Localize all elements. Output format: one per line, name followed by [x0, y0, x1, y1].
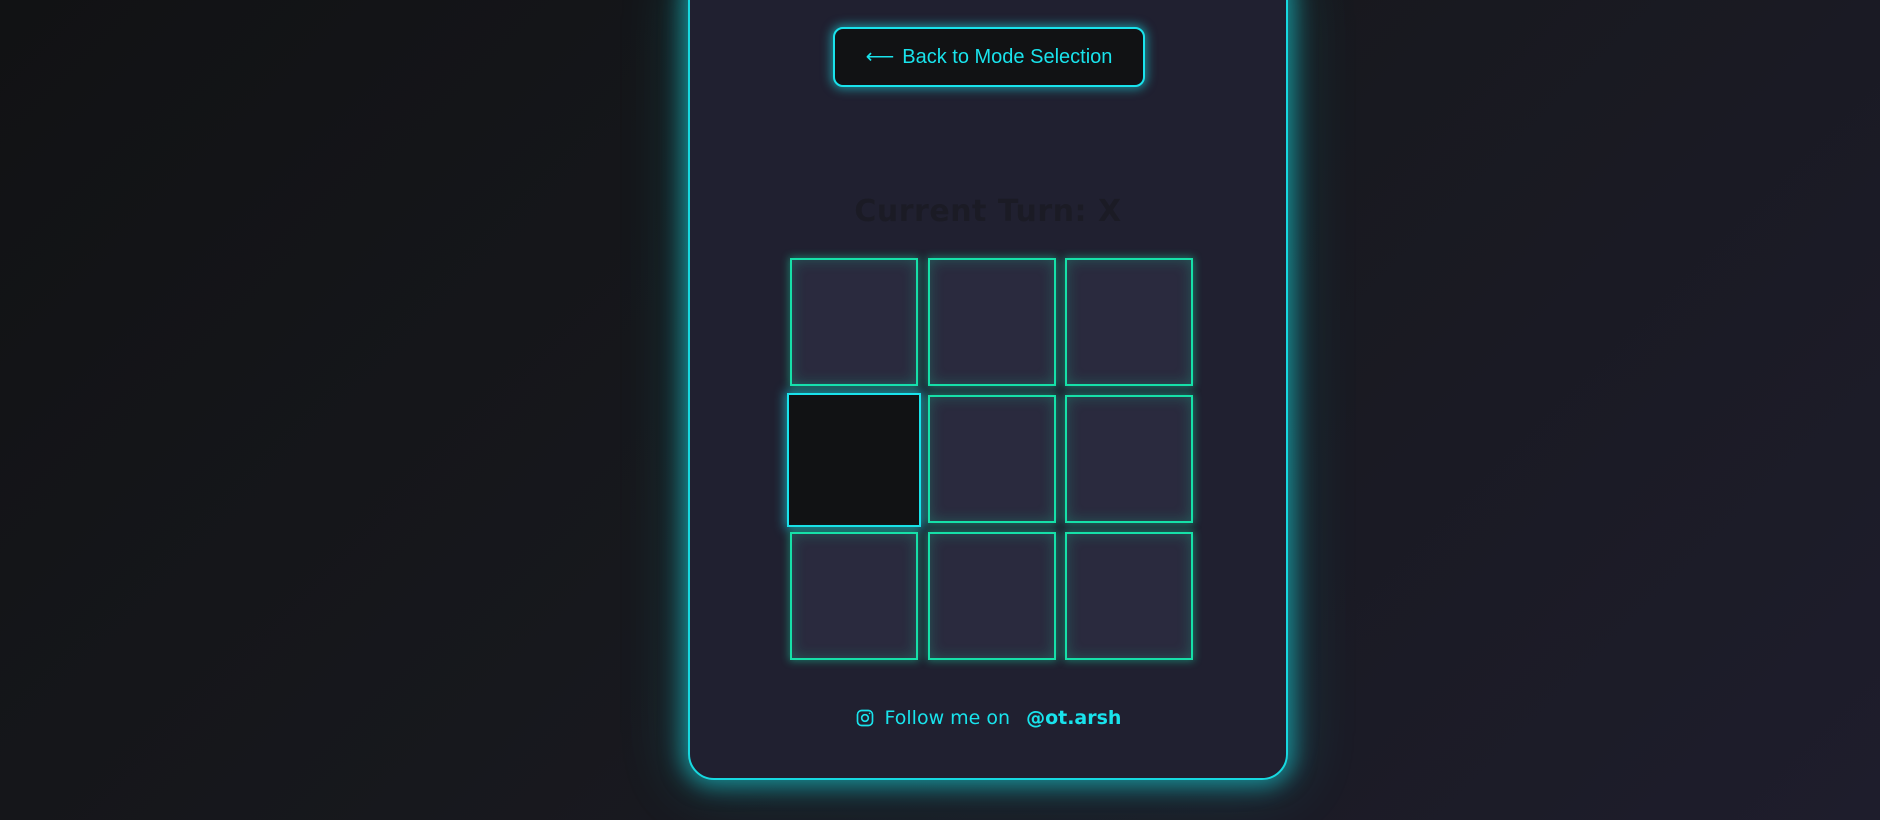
board-cell-7[interactable]	[790, 532, 918, 660]
back-button-label: Back to Mode Selection	[902, 45, 1113, 68]
instagram-icon	[856, 709, 873, 727]
board-cell-5[interactable]	[928, 395, 1056, 523]
game-panel: ⟵ Back to Mode Selection Current Turn: X…	[688, 0, 1288, 780]
back-to-mode-selection-button[interactable]: ⟵ Back to Mode Selection	[833, 27, 1145, 87]
follow-text: Follow me on	[884, 707, 1011, 729]
board-cell-4[interactable]	[787, 393, 921, 527]
board-cell-8[interactable]	[928, 532, 1056, 660]
board-cell-1[interactable]	[790, 258, 918, 386]
board-cell-2[interactable]	[928, 258, 1056, 386]
left-arrow-icon: ⟵	[865, 46, 895, 68]
board-cell-6[interactable]	[1065, 395, 1193, 523]
turn-status: Current Turn: X	[854, 194, 1122, 229]
follow-footer: Follow me on @ot.arsh	[690, 707, 1286, 729]
game-board	[787, 258, 1193, 660]
board-cell-9[interactable]	[1065, 532, 1193, 660]
instagram-handle-link[interactable]: @ot.arsh	[1026, 707, 1121, 729]
board-cell-3[interactable]	[1065, 258, 1193, 386]
